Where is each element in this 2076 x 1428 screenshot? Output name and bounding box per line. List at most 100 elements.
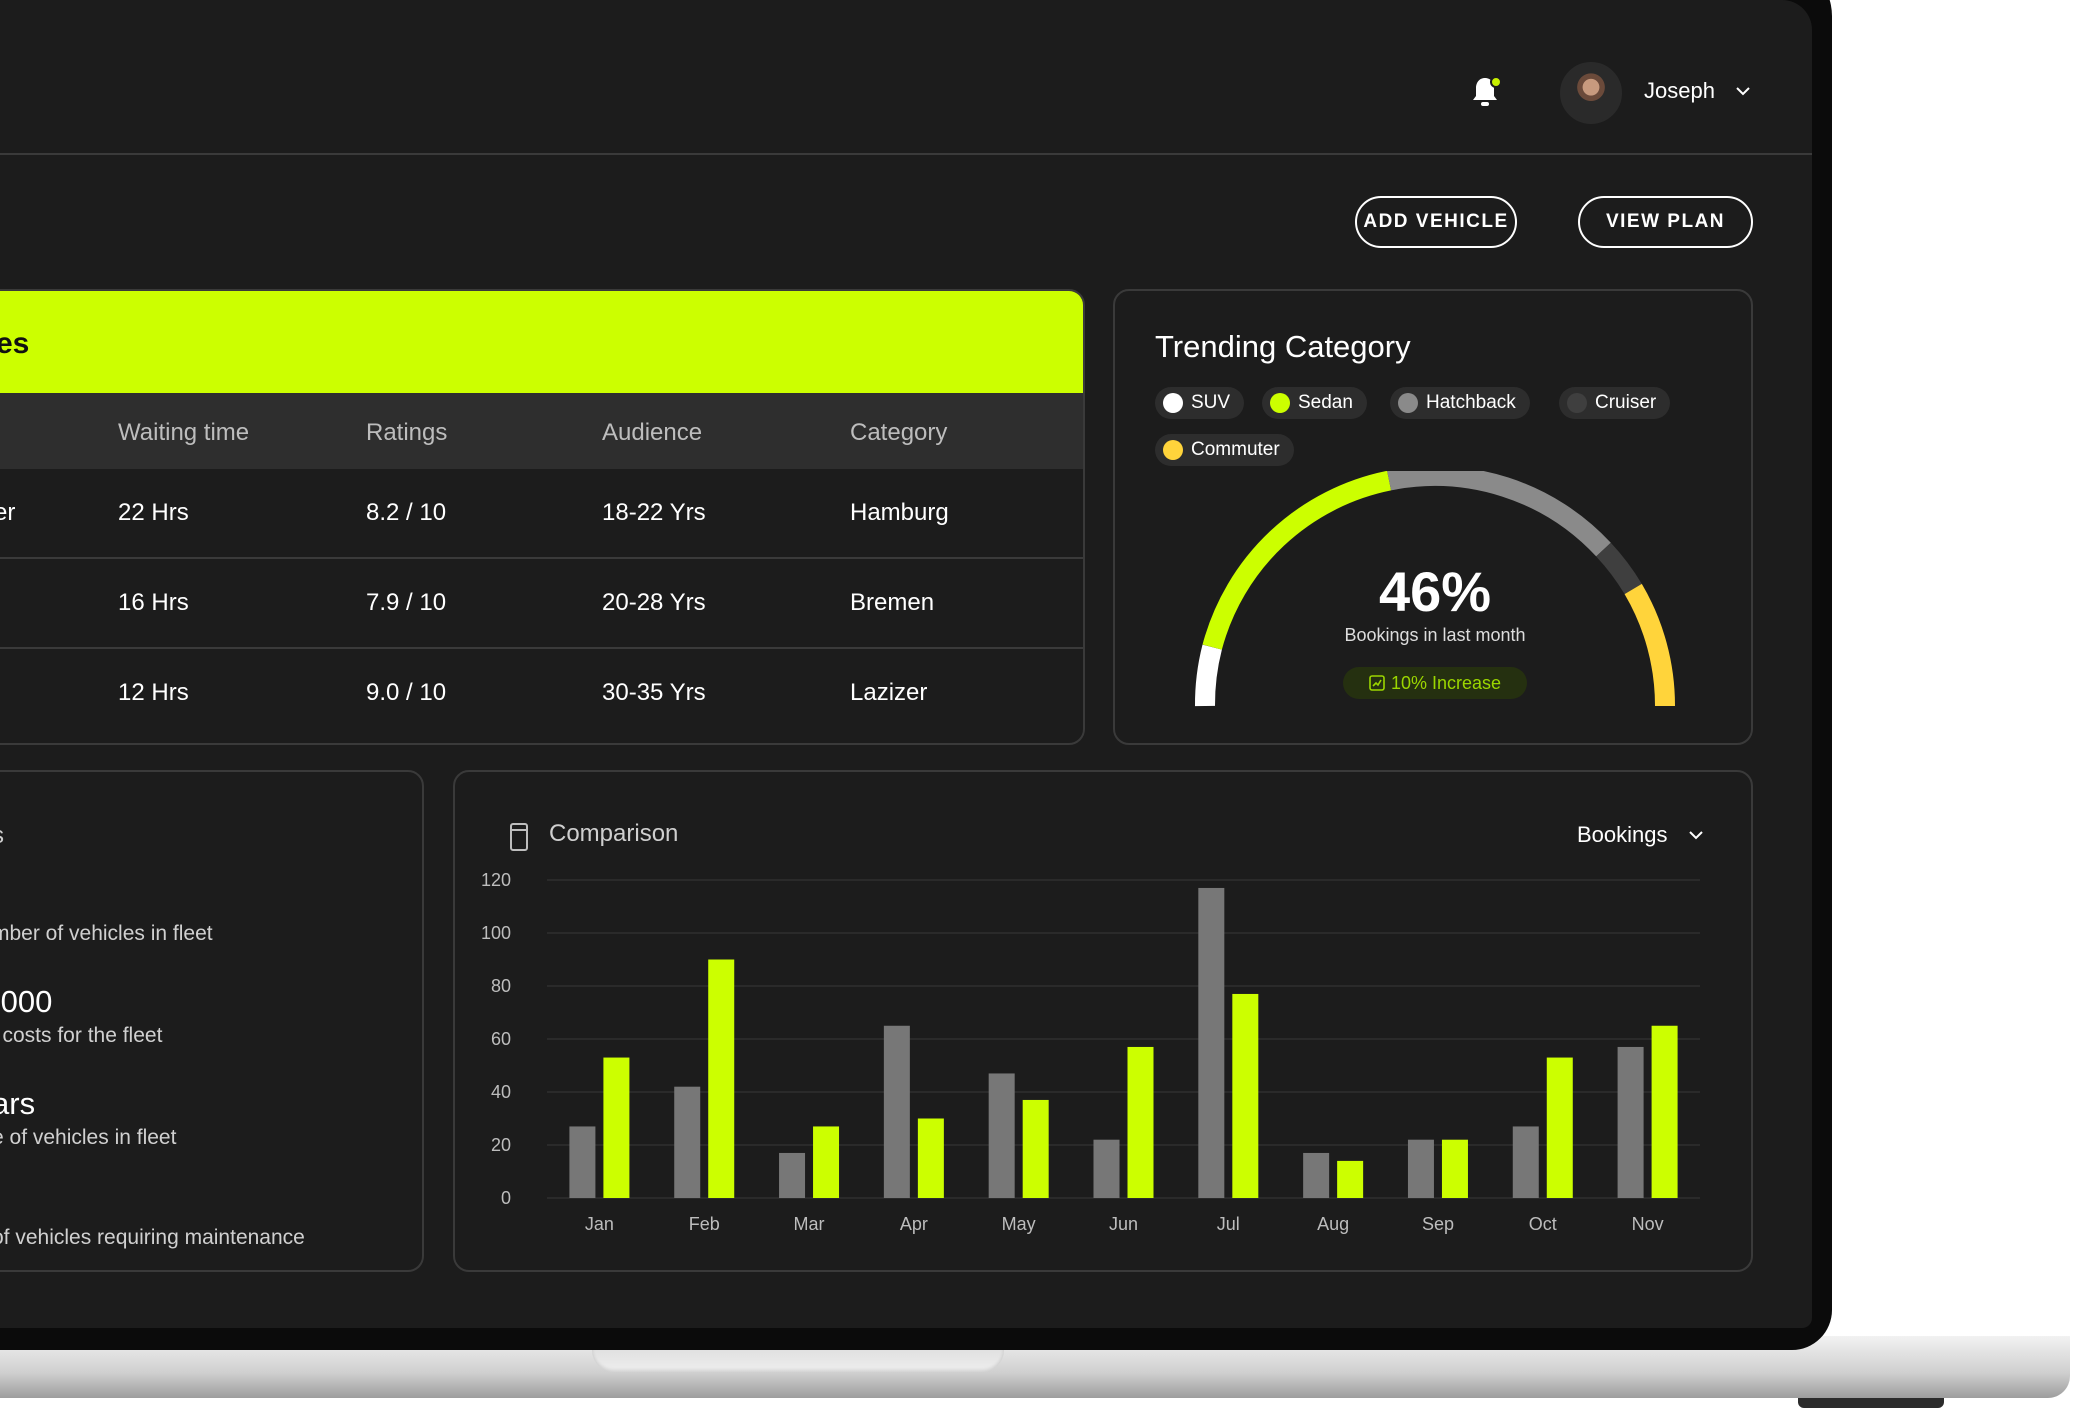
category-pill-commuter[interactable]: Commuter bbox=[1155, 434, 1294, 466]
fleet-metrics-card: s mber of vehicles in fleet ,000 l costs… bbox=[0, 770, 424, 1272]
column-header-audience: Audience bbox=[602, 419, 703, 446]
cell-rating: 7.9 / 10 bbox=[366, 589, 447, 616]
pill-label: Sedan bbox=[1298, 392, 1353, 413]
trending-category-card: Trending Category SUV Sedan Hatchback Cr… bbox=[1113, 289, 1753, 745]
column-header-waiting-time: Waiting time bbox=[118, 419, 250, 446]
cell-waiting-time: 22 Hrs bbox=[118, 499, 189, 526]
gauge-segment-hatchback bbox=[1387, 471, 1611, 557]
notification-badge bbox=[1490, 76, 1502, 88]
add-vehicle-button[interactable]: ADD VEHICLE bbox=[1355, 196, 1517, 248]
x-tick-label: Jul bbox=[1217, 1214, 1240, 1234]
bar-apr-series-1[interactable] bbox=[883, 1025, 910, 1198]
metric-age-label: e of vehicles in fleet bbox=[0, 1126, 177, 1149]
user-name[interactable]: Joseph bbox=[1644, 78, 1715, 104]
gauge-caption: Bookings in last month bbox=[1344, 625, 1526, 645]
pill-label: Hatchback bbox=[1426, 392, 1516, 413]
x-tick-label: Oct bbox=[1529, 1214, 1557, 1234]
bar-jun-series-1[interactable] bbox=[1093, 1139, 1120, 1198]
gauge-segment-suv bbox=[1194, 644, 1222, 707]
x-tick-label: Feb bbox=[689, 1214, 720, 1234]
y-tick-label: 120 bbox=[481, 870, 511, 890]
bar-jun-series-2[interactable] bbox=[1127, 1046, 1154, 1198]
y-tick-label: 60 bbox=[491, 1029, 511, 1049]
x-tick-label: Sep bbox=[1422, 1214, 1454, 1234]
cell-waiting-time: 12 Hrs bbox=[118, 679, 189, 706]
bar-jul-series-2[interactable] bbox=[1232, 993, 1259, 1198]
category-pill-sedan[interactable]: Sedan bbox=[1262, 387, 1367, 419]
metric-maintenance-label: of vehicles requiring maintenance bbox=[0, 1226, 305, 1249]
y-tick-label: 80 bbox=[491, 976, 511, 996]
y-tick-label: 0 bbox=[501, 1188, 511, 1208]
bar-may-series-2[interactable] bbox=[1022, 1099, 1049, 1198]
bar-jan-series-2[interactable] bbox=[603, 1057, 630, 1198]
column-header-category: Category bbox=[850, 419, 948, 446]
trend-up-icon bbox=[1369, 675, 1385, 691]
pill-label: SUV bbox=[1191, 392, 1231, 413]
cell-rating: 8.2 / 10 bbox=[366, 499, 447, 526]
x-tick-label: Apr bbox=[900, 1214, 928, 1234]
laptop-foot bbox=[1798, 1398, 1944, 1408]
suv-dot-icon bbox=[1163, 393, 1183, 413]
y-tick-label: 20 bbox=[491, 1135, 511, 1155]
bar-sep-series-1[interactable] bbox=[1407, 1139, 1434, 1198]
bar-mar-series-2[interactable] bbox=[813, 1126, 840, 1198]
bar-jan-series-1[interactable] bbox=[569, 1126, 596, 1198]
dashboard-screen: Joseph ADD VEHICLE VIEW PLAN es Waiting … bbox=[0, 0, 1812, 1328]
pill-label: Cruiser bbox=[1595, 392, 1657, 413]
category-pill-hatchback[interactable]: Hatchback bbox=[1390, 387, 1530, 419]
y-tick-label: 40 bbox=[491, 1082, 511, 1102]
bar-feb-series-1[interactable] bbox=[674, 1086, 701, 1198]
table-header-band: es bbox=[0, 291, 1083, 393]
chevron-down-icon[interactable] bbox=[1734, 82, 1752, 100]
metrics-title: s bbox=[0, 822, 4, 850]
cell-category: Bremen bbox=[850, 589, 935, 616]
laptop-bezel: Joseph ADD VEHICLE VIEW PLAN es Waiting … bbox=[0, 0, 1832, 1350]
bar-mar-series-1[interactable] bbox=[779, 1152, 806, 1198]
bar-nov-series-2[interactable] bbox=[1651, 1025, 1678, 1198]
comparison-bar-chart: 0 20 40 60 80 100 120 Jan Feb Mar Apr May Jun Jul Aug S… bbox=[481, 870, 1700, 1234]
x-tick-label: Jun bbox=[1109, 1214, 1138, 1234]
x-tick-label: Jan bbox=[585, 1214, 614, 1234]
bar-feb-series-2[interactable] bbox=[708, 959, 735, 1199]
category-pill-suv[interactable]: SUV bbox=[1155, 387, 1245, 419]
increase-text: 10% Increase bbox=[1390, 672, 1502, 693]
bar-oct-series-1[interactable] bbox=[1512, 1126, 1539, 1198]
metric-age-value: ars bbox=[0, 1086, 36, 1121]
avatar[interactable] bbox=[1560, 62, 1622, 124]
table-row[interactable]: 16 Hrs 7.9 / 10 20-28 Yrs Bremen bbox=[0, 559, 1083, 649]
vehicle-table-card: es Waiting time Ratings Audience Categor… bbox=[0, 289, 1085, 745]
column-header-ratings: Ratings bbox=[366, 419, 448, 446]
metric-vehicle-count-label: mber of vehicles in fleet bbox=[0, 922, 213, 945]
bar-aug-series-1[interactable] bbox=[1303, 1152, 1330, 1198]
metric-cost-value: ,000 bbox=[0, 984, 53, 1019]
table-title: es bbox=[0, 327, 30, 360]
bar-may-series-1[interactable] bbox=[988, 1073, 1015, 1198]
view-plan-button[interactable]: VIEW PLAN bbox=[1578, 196, 1753, 248]
x-tick-label: Mar bbox=[794, 1214, 825, 1234]
bar-jul-series-1[interactable] bbox=[1198, 887, 1225, 1198]
commuter-dot-icon bbox=[1163, 440, 1183, 460]
top-bar bbox=[0, 0, 1812, 155]
cell-audience: 30-35 Yrs bbox=[602, 679, 706, 706]
increase-badge: 10% Increase bbox=[1343, 667, 1527, 699]
bar-apr-series-2[interactable] bbox=[917, 1118, 944, 1199]
cell-category: Lazizer bbox=[850, 679, 928, 706]
table-row[interactable]: cer 22 Hrs 8.2 / 10 18-22 Yrs Hamburg bbox=[0, 469, 1083, 559]
cell-waiting-time: 16 Hrs bbox=[118, 589, 189, 616]
x-tick-label: Aug bbox=[1317, 1214, 1349, 1234]
category-pill-cruiser[interactable]: Cruiser bbox=[1559, 387, 1671, 419]
comparison-card: Comparison Bookings 0 20 40 60 80 100 120 Jan Fe… bbox=[453, 770, 1753, 1272]
cell-category: Hamburg bbox=[850, 499, 949, 526]
bar-nov-series-1[interactable] bbox=[1617, 1046, 1644, 1198]
bar-sep-series-2[interactable] bbox=[1441, 1139, 1468, 1198]
y-tick-label: 100 bbox=[481, 923, 511, 943]
column-header-row: Waiting time Ratings Audience Category bbox=[0, 393, 1083, 469]
x-tick-label: May bbox=[1002, 1214, 1036, 1234]
bar-oct-series-2[interactable] bbox=[1546, 1057, 1573, 1198]
bar-aug-series-2[interactable] bbox=[1337, 1160, 1364, 1198]
metric-cost-label: l costs for the fleet bbox=[0, 1024, 163, 1047]
cell-audience: 20-28 Yrs bbox=[602, 589, 706, 616]
cell-audience: 18-22 Yrs bbox=[602, 499, 706, 526]
table-row[interactable]: 12 Hrs 9.0 / 10 30-35 Yrs Lazizer bbox=[0, 649, 1083, 739]
cell-rating: 9.0 / 10 bbox=[366, 679, 447, 706]
